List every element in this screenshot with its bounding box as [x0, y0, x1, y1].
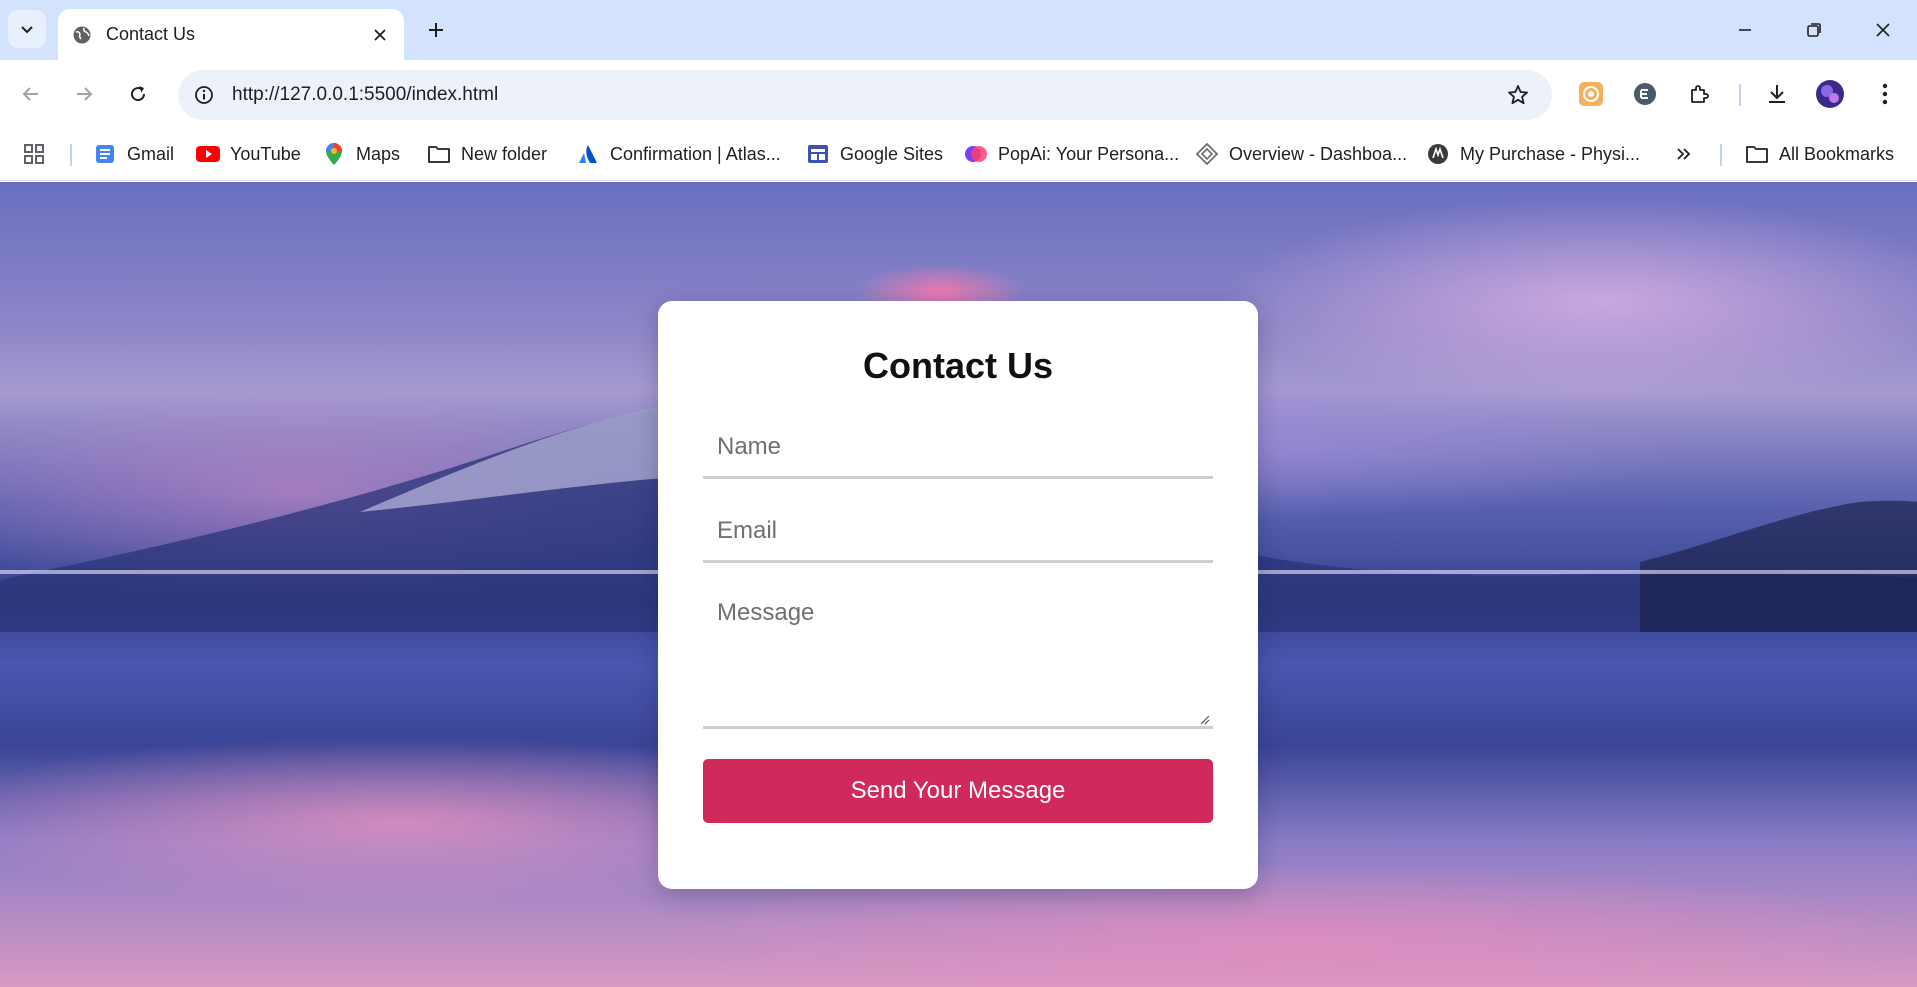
tab-contact-us[interactable]: Contact Us: [58, 9, 404, 60]
extension-orange-icon: [1579, 82, 1603, 106]
back-button[interactable]: [11, 74, 51, 114]
dashboard-icon: [1195, 142, 1219, 166]
send-message-button[interactable]: Send Your Message: [703, 759, 1213, 823]
toolbar-separator: [1739, 84, 1741, 106]
reload-button[interactable]: [118, 74, 158, 114]
contact-form-card: Contact Us Send Your Message: [658, 301, 1258, 889]
folder-icon: [427, 142, 451, 166]
bookmark-label: PopAi: Your Persona...: [998, 143, 1180, 164]
arrow-left-icon: [22, 87, 38, 101]
bookmark-my-purchase[interactable]: My Purchase - Physi...: [1426, 137, 1640, 171]
browser-toolbar: http://127.0.0.1:5500/index.html: [0, 60, 1917, 129]
folder-icon: [1745, 142, 1769, 166]
bookmark-confirmation-atlas[interactable]: Confirmation | Atlas...: [576, 137, 781, 171]
bookmark-label: Maps: [356, 143, 401, 164]
bookmark-maps[interactable]: Maps: [322, 137, 400, 171]
new-tab-button[interactable]: [420, 14, 452, 46]
email-input[interactable]: [703, 501, 1213, 563]
all-bookmarks-button[interactable]: All Bookmarks: [1745, 137, 1894, 171]
chevron-down-icon: [21, 26, 33, 34]
tab-title: Contact Us: [106, 24, 196, 44]
bookmark-new-folder[interactable]: New folder: [427, 137, 547, 171]
browser-menu-button[interactable]: [1867, 76, 1903, 112]
bookmark-gmail[interactable]: Gmail: [93, 137, 174, 171]
bookmark-label: Overview - Dashboa...: [1229, 143, 1408, 164]
bookmark-star-button[interactable]: [1500, 77, 1536, 113]
extensions-menu-button[interactable]: [1682, 76, 1718, 112]
bookmark-popai[interactable]: PopAi: Your Persona...: [964, 137, 1179, 171]
url-text[interactable]: http://127.0.0.1:5500/index.html: [232, 84, 1500, 106]
maps-icon: [322, 142, 346, 166]
address-bar[interactable]: http://127.0.0.1:5500/index.html: [178, 70, 1552, 120]
extension-grammar-icon: [1634, 83, 1656, 105]
close-icon: [1876, 23, 1890, 37]
site-info-button[interactable]: [186, 77, 222, 113]
apps-grid-icon: [24, 144, 44, 164]
bookmark-google-sites[interactable]: Google Sites: [806, 137, 943, 171]
close-window-button[interactable]: [1860, 8, 1906, 52]
info-icon: [195, 86, 213, 104]
bookmark-label: Google Sites: [840, 143, 944, 164]
puzzle-icon: [1691, 85, 1709, 103]
bookmark-label: New folder: [461, 143, 548, 164]
apps-button[interactable]: [22, 137, 46, 171]
resize-handle-icon[interactable]: [1198, 713, 1210, 725]
bookmarks-separator: [70, 144, 72, 166]
bookmark-label: My Purchase - Physi...: [1460, 143, 1641, 164]
bookmark-youtube[interactable]: YouTube: [196, 137, 301, 171]
avatar-icon: [1816, 80, 1844, 108]
minimize-icon: [1739, 29, 1751, 31]
reload-icon: [131, 86, 146, 102]
profile-avatar[interactable]: [1812, 76, 1848, 112]
extension-1-button[interactable]: [1573, 76, 1609, 112]
bookmark-overview-dashboard[interactable]: Overview - Dashboa...: [1195, 137, 1407, 171]
minimize-button[interactable]: [1722, 8, 1768, 52]
bookmarks-bar: Gmail YouTube Maps New folder Confirmati…: [0, 129, 1917, 181]
bookmarks-separator: [1720, 144, 1722, 166]
name-input[interactable]: [703, 417, 1213, 479]
restore-icon: [1807, 23, 1821, 37]
message-textarea[interactable]: [703, 585, 1213, 729]
all-bookmarks-label: All Bookmarks: [1779, 143, 1895, 164]
youtube-icon: [196, 142, 220, 166]
google-sites-icon: [806, 142, 830, 166]
star-icon: [1508, 85, 1528, 105]
bookmark-label: Confirmation | Atlas...: [610, 143, 781, 164]
gmail-icon: [93, 142, 117, 166]
tab-strip: Contact Us: [0, 0, 1917, 60]
forward-button[interactable]: [64, 74, 104, 114]
tab-close-button[interactable]: [366, 21, 394, 49]
tab-search-button[interactable]: [8, 10, 46, 48]
kebab-menu-icon: [1882, 83, 1888, 105]
globe-icon: [73, 26, 91, 43]
physics-icon: [1426, 142, 1450, 166]
double-chevron-right-icon: [1677, 148, 1691, 160]
restore-button[interactable]: [1791, 8, 1837, 52]
atlassian-icon: [576, 142, 600, 166]
page-title: Contact Us: [862, 345, 1054, 386]
popai-icon: [964, 142, 988, 166]
plus-icon: [429, 23, 443, 37]
download-icon: [1769, 85, 1785, 103]
bookmark-label: YouTube: [230, 143, 301, 164]
downloads-button[interactable]: [1759, 76, 1795, 112]
arrow-right-icon: [77, 87, 93, 101]
close-icon: [374, 28, 386, 41]
extension-2-button[interactable]: [1627, 76, 1663, 112]
bookmarks-overflow-button[interactable]: [1674, 137, 1694, 171]
bookmark-label: Gmail: [127, 143, 175, 164]
